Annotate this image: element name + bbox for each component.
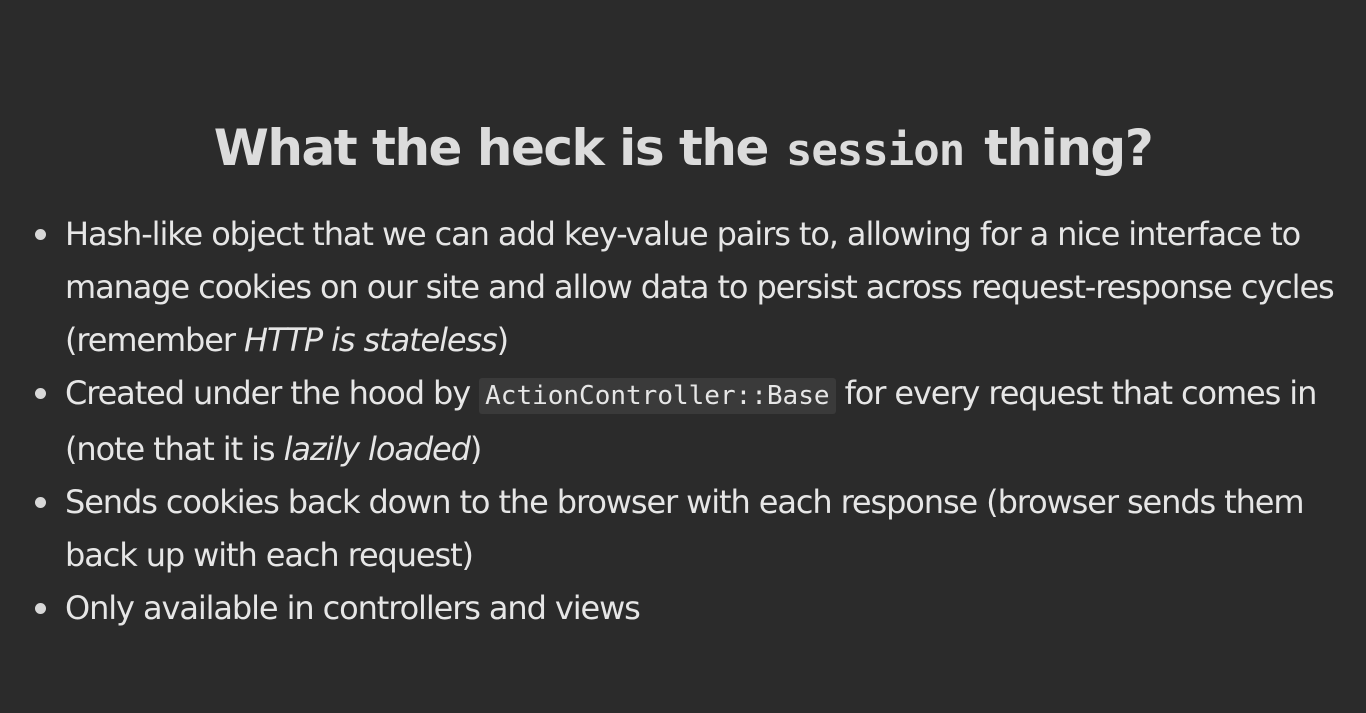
title-suffix: thing? — [984, 119, 1154, 177]
title-code: session — [785, 125, 965, 176]
bullet-item: Only available in controllers and views — [30, 582, 1346, 635]
title-prefix: What the heck is the — [213, 119, 770, 177]
bullet-dot-icon — [35, 388, 46, 399]
bullet-3-text: Sends cookies back down to the browser w… — [65, 483, 1305, 574]
bullet-item: Sends cookies back down to the browser w… — [30, 476, 1346, 582]
bullet-item: Hash-like object that we can add key-val… — [30, 208, 1346, 367]
bullet-2-text-1: Created under the hood by — [65, 374, 480, 412]
bullet-2-emphasis: lazily loaded — [283, 430, 471, 468]
bullet-dot-icon — [35, 229, 46, 240]
bullet-1-emphasis: HTTP is stateless — [244, 321, 498, 359]
bullet-item: Created under the hood by ActionControll… — [30, 367, 1346, 476]
bullet-2-code: ActionController::Base — [479, 378, 836, 414]
slide-title: What the heck is the session thing? — [0, 112, 1366, 187]
bullet-dot-icon — [35, 497, 46, 508]
slide: What the heck is the session thing? Hash… — [0, 0, 1366, 713]
bullet-1-text-2: ) — [496, 321, 510, 359]
bullet-4-text: Only available in controllers and views — [65, 589, 641, 627]
bullet-list: Hash-like object that we can add key-val… — [30, 208, 1346, 635]
bullet-2-text-3: ) — [469, 430, 483, 468]
bullet-dot-icon — [35, 603, 46, 614]
